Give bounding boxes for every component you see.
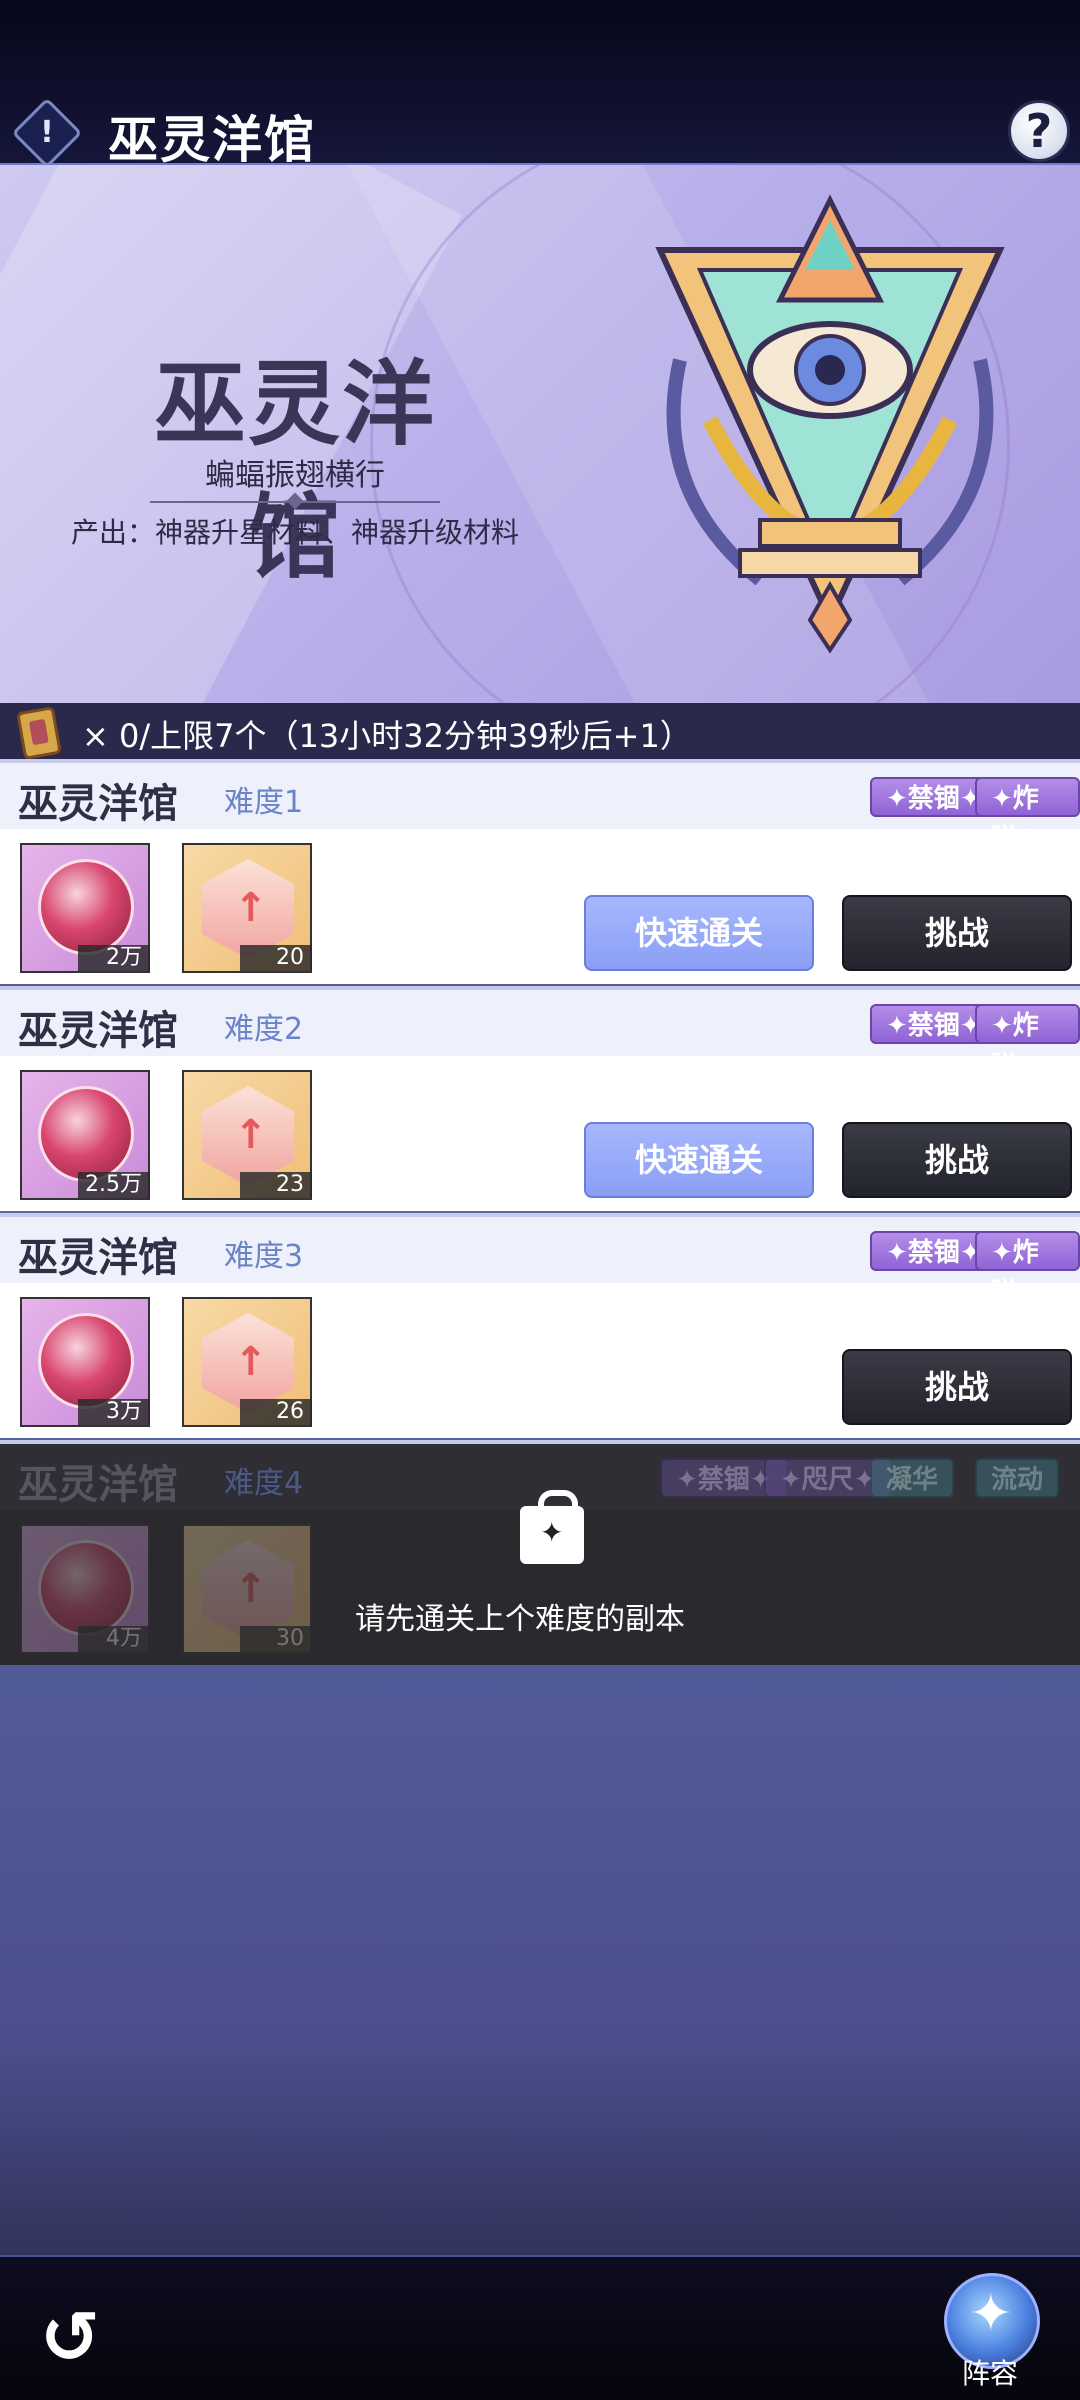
stage-card-3[interactable]: 巫灵洋馆 难度3 ✦禁锢✦ ✦炸弹✦ 3万 ↑ 26 挑战	[0, 1213, 1080, 1438]
stage-tag: ✦炸弹✦	[975, 1231, 1080, 1308]
quick-clear-button[interactable]: 快速通关	[584, 895, 814, 971]
reward-count: 3万	[78, 1399, 150, 1425]
stage-name: 巫灵洋馆	[18, 1234, 178, 1281]
gem-icon	[38, 859, 134, 955]
reward-count: 23	[240, 1172, 312, 1198]
stage-tag: ✦炸弹✦	[975, 777, 1080, 854]
ticket-icon	[16, 706, 62, 760]
stage-card-1[interactable]: 巫灵洋馆 难度1 ✦禁锢✦ ✦炸弹✦ 2万 ↑ 20 快速通关 挑战	[0, 759, 1080, 984]
stage-card-4-locked: 巫灵洋馆 难度4 ✦禁锢✦ ✦咫尺✦ 凝华 流动 4万 ↑ 30 ✦ 请先通关上…	[0, 1440, 1080, 1665]
top-bar: ! 巫灵洋馆 ?	[0, 0, 1080, 169]
reward-count: 2万	[78, 945, 150, 971]
info-button[interactable]: !	[11, 97, 83, 169]
reward-gem-item[interactable]: 2.5万	[20, 1070, 150, 1200]
stamina-bar: × 0/上限7个（13小时32分钟39秒后+1）	[0, 703, 1080, 760]
up-arrow-icon: ↑	[234, 1339, 268, 1385]
back-arrow-icon[interactable]: ↺	[40, 2297, 130, 2377]
stage-difficulty: 难度4	[224, 1466, 304, 1501]
page-title: 巫灵洋馆	[108, 110, 316, 169]
dungeon-banner: 巫灵洋馆 蝙蝠振翅横行 产出：神器升星材料、神器升级材料	[0, 165, 1080, 703]
reward-gem-item[interactable]: 2万	[20, 843, 150, 973]
stage-tag: ✦炸弹✦	[975, 1004, 1080, 1081]
stage-card-2[interactable]: 巫灵洋馆 难度2 ✦禁锢✦ ✦炸弹✦ 2.5万 ↑ 23 快速通关 挑战	[0, 986, 1080, 1211]
banner-subtitle: 蝙蝠振翅横行	[205, 458, 385, 493]
stage-header: 巫灵洋馆 难度1 ✦禁锢✦ ✦炸弹✦	[0, 763, 1080, 854]
banner-divider	[150, 501, 440, 503]
stage-difficulty: 难度3	[224, 1239, 304, 1274]
reward-gem-item[interactable]: 3万	[20, 1297, 150, 1427]
gem-icon	[38, 1086, 134, 1182]
reward-upgrade-item[interactable]: ↑ 23	[182, 1070, 312, 1200]
exclamation-icon: !	[40, 115, 54, 150]
stage-name: 巫灵洋馆	[18, 780, 178, 827]
team-lineup-label[interactable]: 阵容	[962, 2352, 1018, 2392]
banner-output-text: 产出：神器升星材料、神器升级材料	[70, 516, 519, 549]
challenge-button[interactable]: 挑战	[842, 895, 1072, 971]
reward-upgrade-item[interactable]: ↑ 20	[182, 843, 312, 973]
stage-header: 巫灵洋馆 难度2 ✦禁锢✦ ✦炸弹✦	[0, 990, 1080, 1081]
up-arrow-icon: ↑	[234, 885, 268, 931]
locked-message: 请先通关上个难度的副本	[355, 1602, 685, 1637]
reward-count: 26	[240, 1399, 312, 1425]
stage-name: 巫灵洋馆	[18, 1461, 178, 1508]
reward-upgrade-item[interactable]: ↑ 26	[182, 1297, 312, 1427]
stage-tag: 流动	[975, 1458, 1060, 1498]
reward-count: 2.5万	[78, 1172, 150, 1198]
help-button[interactable]: ?	[1008, 100, 1070, 162]
bottom-bar: ↺ 阵容	[0, 2255, 1080, 2400]
eye-emblem-icon	[655, 194, 1005, 654]
challenge-button[interactable]: 挑战	[842, 1349, 1072, 1425]
stage-difficulty: 难度2	[224, 1012, 304, 1047]
stage-header: 巫灵洋馆 难度3 ✦禁锢✦ ✦炸弹✦	[0, 1217, 1080, 1308]
reward-count: 20	[240, 945, 312, 971]
stage-difficulty: 难度1	[224, 785, 304, 820]
lock-icon: ✦	[520, 1490, 584, 1564]
quick-clear-button[interactable]: 快速通关	[584, 1122, 814, 1198]
up-arrow-icon: ↑	[234, 1112, 268, 1158]
stamina-text: × 0/上限7个（13小时32分钟39秒后+1）	[82, 717, 692, 755]
gem-icon	[38, 1313, 134, 1409]
challenge-button[interactable]: 挑战	[842, 1122, 1072, 1198]
stage-name: 巫灵洋馆	[18, 1007, 178, 1054]
stage-tag: 凝华	[870, 1458, 955, 1498]
